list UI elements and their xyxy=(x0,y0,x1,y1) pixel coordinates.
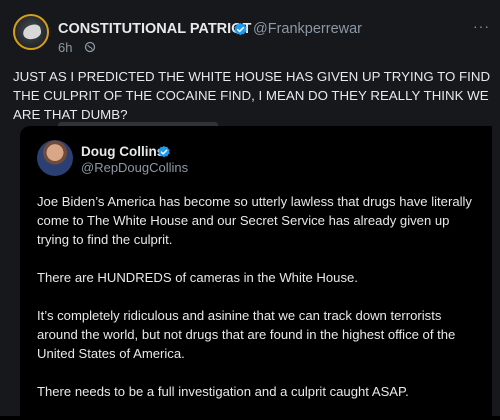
tweet-card[interactable]: CONSTITUTIONAL PATRIOT @Frankperrewar 6h… xyxy=(0,0,500,416)
author-display-name[interactable]: CONSTITUTIONAL PATRIOT xyxy=(58,21,251,37)
quoted-author-handle[interactable]: @RepDougCollins xyxy=(81,160,188,175)
quoted-paragraph: There needs to be a full investigation a… xyxy=(37,384,409,399)
quoted-paragraph: Joe Biden’s America has become so utterl… xyxy=(37,194,472,247)
eagle-icon xyxy=(21,23,43,41)
audience-icon xyxy=(84,41,96,53)
tweet-text: JUST AS I PREDICTED THE WHITE HOUSE HAS … xyxy=(13,69,491,122)
quoted-paragraph: It’s completely ridiculous and asinine t… xyxy=(37,308,456,361)
quoted-paragraph: There are HUNDREDS of cameras in the Whi… xyxy=(37,270,358,285)
quoted-tweet-text: Joe Biden’s America has become so utterl… xyxy=(37,192,483,420)
quoted-avatar[interactable] xyxy=(37,140,73,176)
author-handle[interactable]: @Frankperrewar xyxy=(253,21,362,37)
avatar[interactable] xyxy=(13,14,49,50)
quoted-verified-badge-icon xyxy=(157,145,171,159)
quoted-author-name[interactable]: Doug Collins xyxy=(81,144,164,159)
tweet-time[interactable]: 6h xyxy=(58,40,72,55)
verified-badge-icon xyxy=(233,22,248,37)
more-options-button[interactable]: ··· xyxy=(473,18,490,34)
